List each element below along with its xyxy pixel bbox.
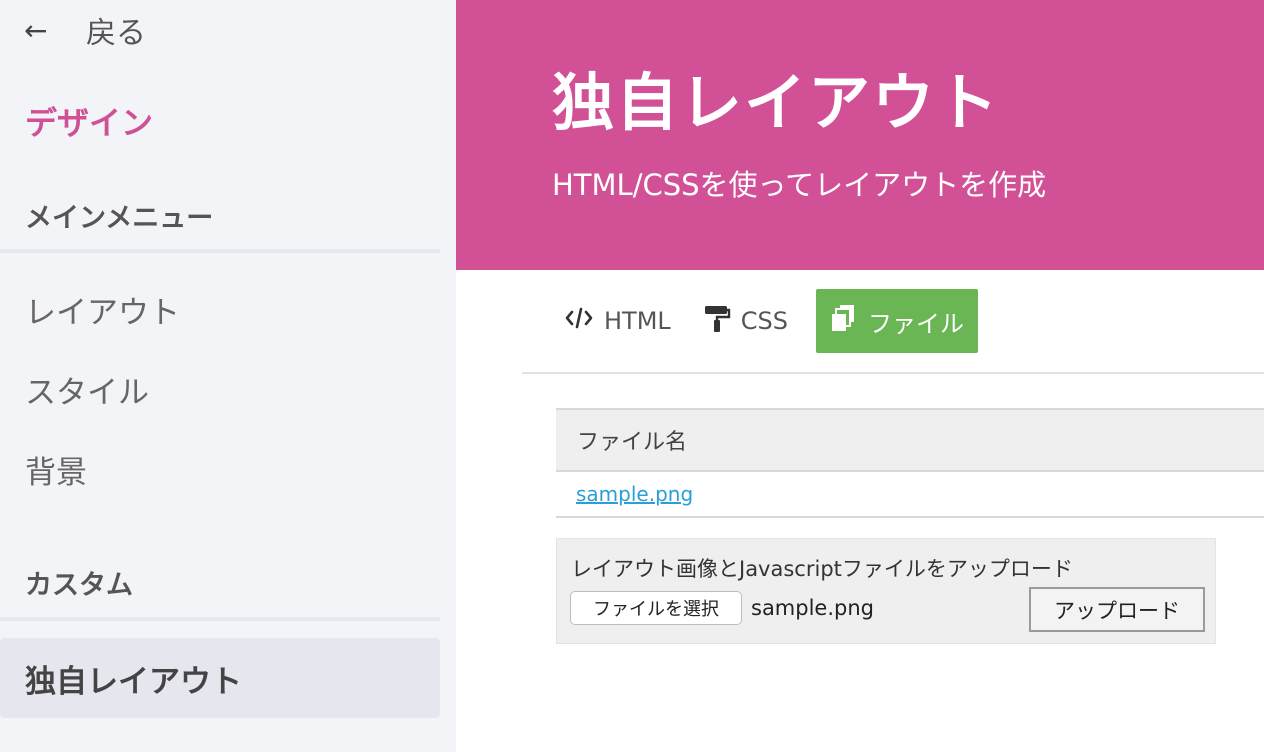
tab-bar: HTML CSS ファイル <box>560 289 979 353</box>
file-table: ファイル名 sample.png <box>556 408 1264 518</box>
tab-css[interactable]: CSS <box>699 289 798 353</box>
choose-file-button[interactable]: ファイルを選択 <box>570 591 742 625</box>
page-subtitle: HTML/CSSを使ってレイアウトを作成 <box>552 168 1047 202</box>
group-label-main-menu: メインメニュー <box>25 203 214 234</box>
upload-button[interactable]: アップロード <box>1029 587 1205 632</box>
arrow-left-icon: ← <box>24 13 48 47</box>
back-button[interactable]: ← 戻る <box>24 10 146 52</box>
table-row: sample.png <box>556 472 1264 518</box>
page-title: 独自レイアウト <box>552 66 1001 139</box>
sidebar-item-layout[interactable]: レイアウト <box>25 287 180 332</box>
divider <box>522 372 1264 374</box>
tab-files[interactable]: ファイル <box>816 289 979 353</box>
back-label: 戻る <box>86 16 146 51</box>
section-title: デザイン <box>25 104 154 142</box>
tab-label: HTML <box>604 307 671 335</box>
sidebar-item-background[interactable]: 背景 <box>25 447 87 492</box>
sidebar: ← 戻る デザイン メインメニュー レイアウト スタイル 背景 カスタム 独自レ… <box>0 0 456 752</box>
page-header: 独自レイアウト HTML/CSSを使ってレイアウトを作成 <box>456 0 1264 270</box>
divider <box>0 249 440 253</box>
column-header-filename: ファイル名 <box>577 430 688 455</box>
upload-form: レイアウト画像とJavascriptファイルをアップロード ファイルを選択 sa… <box>556 538 1216 644</box>
files-icon <box>830 303 858 339</box>
file-link[interactable]: sample.png <box>576 482 693 506</box>
tab-label: ファイル <box>868 309 965 338</box>
sidebar-item-style[interactable]: スタイル <box>25 367 149 412</box>
divider <box>0 617 440 621</box>
upload-label: レイアウト画像とJavascriptファイルをアップロード <box>571 557 1073 581</box>
sidebar-item-custom-layout[interactable]: 独自レイアウト <box>0 638 440 718</box>
tab-html[interactable]: HTML <box>560 289 681 353</box>
sidebar-item-label: 独自レイアウト <box>25 663 242 700</box>
selected-file-name: sample.png <box>751 596 874 620</box>
tab-label: CSS <box>740 307 789 335</box>
group-label-custom: カスタム <box>25 570 133 601</box>
paint-roller-icon <box>703 303 731 339</box>
code-icon <box>564 306 594 336</box>
table-header: ファイル名 <box>556 408 1264 472</box>
